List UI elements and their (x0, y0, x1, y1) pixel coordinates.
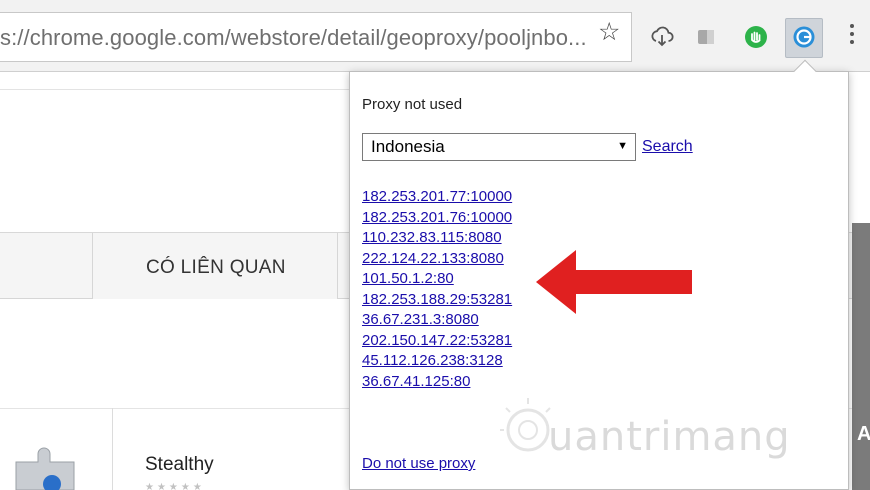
puzzle-icon (12, 440, 92, 490)
star-icon[interactable]: ☆ (598, 20, 620, 45)
search-link[interactable]: Search (642, 138, 693, 156)
reader-icon[interactable] (694, 25, 718, 49)
url-path: /webstore/detail/geoproxy/pooljnbo... (224, 25, 587, 50)
rating-stars: ★★★★★ (145, 482, 205, 490)
divider (112, 408, 113, 490)
url-text[interactable]: s://chrome.google.com/webstore/detail/ge… (0, 25, 587, 51)
green-hand-icon[interactable] (744, 25, 768, 49)
red-arrow-icon (536, 250, 692, 314)
url-host: s://chrome.google.com (0, 25, 225, 50)
side-strip (852, 223, 870, 490)
proxy-link[interactable]: 36.67.41.125:80 (362, 372, 512, 393)
address-bar[interactable]: s://chrome.google.com/webstore/detail/ge… (0, 12, 632, 62)
edge-letter: A (857, 423, 870, 445)
proxy-link[interactable]: 222.124.22.133:8080 (362, 249, 512, 270)
geoproxy-icon[interactable] (792, 25, 816, 49)
tab-label[interactable]: CÓ LIÊN QUAN (146, 257, 286, 279)
proxy-link[interactable]: 182.253.201.77:10000 (362, 187, 512, 208)
proxy-link[interactable]: 45.112.126.238:3128 (362, 351, 512, 372)
chevron-down-icon: ▼ (617, 140, 628, 152)
menu-dots-icon[interactable] (847, 24, 857, 50)
proxy-link[interactable]: 202.150.147.22:53281 (362, 331, 512, 352)
proxy-link[interactable]: 36.67.231.3:8080 (362, 310, 512, 331)
country-select[interactable]: Indonesia ▼ (362, 133, 636, 161)
browser-toolbar: s://chrome.google.com/webstore/detail/ge… (0, 0, 870, 72)
do-not-use-proxy-link[interactable]: Do not use proxy (362, 455, 475, 472)
proxy-list: 182.253.201.77:10000 182.253.201.76:1000… (362, 187, 512, 392)
proxy-link[interactable]: 110.232.83.115:8080 (362, 228, 512, 249)
watermark-text: uantrimang (548, 414, 791, 460)
divider (0, 89, 350, 90)
proxy-link[interactable]: 101.50.1.2:80 (362, 269, 512, 290)
cloud-download-icon[interactable] (650, 25, 674, 49)
extension-name[interactable]: Stealthy (145, 454, 214, 476)
proxy-link[interactable]: 182.253.201.76:10000 (362, 208, 512, 229)
country-select-value: Indonesia (371, 137, 445, 156)
proxy-status: Proxy not used (362, 96, 463, 113)
proxy-link[interactable]: 182.253.188.29:53281 (362, 290, 512, 311)
